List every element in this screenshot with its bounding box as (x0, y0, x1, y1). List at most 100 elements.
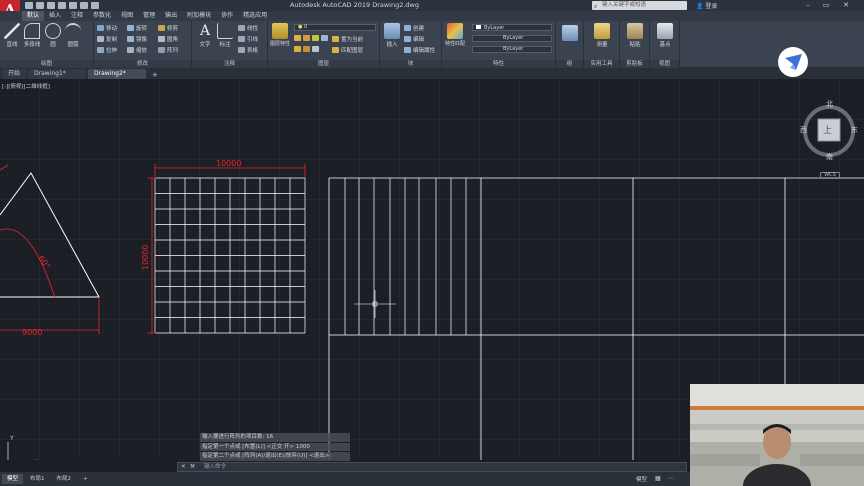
layout-tab-layout2[interactable]: 布局2 (52, 474, 77, 484)
tab-featured-apps[interactable]: 精选应用 (238, 11, 272, 21)
arc-button[interactable]: 圆弧 (64, 23, 82, 48)
tab-insert[interactable]: 插入 (44, 11, 66, 21)
print-icon[interactable] (69, 2, 77, 9)
tab-collaborate[interactable]: 协作 (216, 11, 238, 21)
line-button[interactable]: 直线 (2, 23, 22, 48)
snap-toggle-icon[interactable]: ⋯ (668, 475, 674, 482)
layout-tab-model[interactable]: 模型 (2, 474, 24, 484)
grid-toggle-icon[interactable]: ▦ (655, 475, 661, 482)
utilities-panel-title[interactable]: 实用工具 (584, 60, 619, 68)
table-button[interactable]: 表格 (238, 46, 258, 54)
viewport-controls[interactable]: [-][俯视][二维线框] (2, 82, 50, 90)
tab-manage[interactable]: 管理 (138, 11, 160, 21)
match-layer-button[interactable]: 匹配图层 (332, 46, 363, 54)
groups-panel-title[interactable]: 组 (556, 60, 583, 68)
layer-dropdown[interactable]: ● 0 (294, 24, 376, 31)
move-button[interactable]: 移动 (97, 24, 117, 32)
trim-button[interactable]: 修剪 (158, 24, 178, 32)
base-view-button[interactable]: 基点 (654, 23, 676, 48)
view-panel-title[interactable]: 视图 (650, 60, 679, 68)
layer-tool-icon[interactable] (294, 35, 301, 41)
text-button[interactable]: A 文字 (196, 23, 214, 48)
viewcube-west[interactable]: 西 (800, 125, 807, 135)
linear-button[interactable]: 线性 (238, 24, 258, 32)
model-space-button[interactable]: 模型 (636, 475, 647, 483)
lineweight-dropdown[interactable]: ByLayer (472, 46, 552, 53)
properties-panel-title[interactable]: 特性 (442, 60, 555, 68)
file-tab-drawing2[interactable]: Drawing2* (88, 69, 147, 79)
viewcube-south[interactable]: 南 (826, 152, 833, 162)
undo-icon[interactable] (80, 2, 88, 9)
match-properties-button[interactable]: 特性匹配 (445, 23, 465, 47)
linetype-dropdown[interactable]: ByLayer (472, 35, 552, 42)
add-layout-icon[interactable]: + (78, 474, 93, 484)
tab-annotate[interactable]: 注释 (66, 11, 88, 21)
sign-in-button[interactable]: 👤 登录 (696, 1, 717, 10)
tab-output[interactable]: 输出 (160, 11, 182, 21)
command-close-icon[interactable]: ✕ (181, 463, 186, 471)
tab-default[interactable]: 默认 (22, 11, 45, 21)
tab-view[interactable]: 视图 (116, 11, 138, 21)
circle-button[interactable]: 圆 (44, 23, 62, 48)
draw-panel-title[interactable]: 绘图 (0, 60, 93, 68)
copy-button[interactable]: 复制 (97, 35, 117, 43)
tab-addins[interactable]: 附加模块 (182, 11, 216, 21)
wcs-menu[interactable]: WCS (820, 172, 840, 179)
file-tab-start[interactable]: 开始 (2, 69, 27, 79)
dimension-button[interactable]: 标注 (216, 23, 234, 48)
new-tab-icon[interactable]: + (148, 71, 162, 79)
new-file-icon[interactable] (25, 2, 33, 9)
stretch-button[interactable]: 拉伸 (97, 46, 117, 54)
set-current-button[interactable]: 置为当前 (332, 35, 363, 43)
polyline-icon (24, 23, 40, 39)
mirror-button[interactable]: 镜像 (127, 35, 147, 43)
redo-icon[interactable] (91, 2, 99, 9)
layers-panel-title[interactable]: 图层 (268, 60, 379, 68)
viewcube-north[interactable]: 北 (826, 99, 833, 109)
color-dropdown[interactable]: ByLayer (472, 24, 552, 31)
edit-attributes-button[interactable]: 编辑属性 (404, 46, 435, 54)
viewcube-top-face[interactable]: 上 (823, 123, 832, 136)
layer-tool-icon[interactable] (321, 35, 328, 41)
fillet-button[interactable]: 圆角 (158, 35, 178, 43)
edit-block-button[interactable]: 编辑 (404, 35, 424, 43)
polyline-button[interactable]: 多段线 (22, 23, 42, 48)
maximize-icon[interactable]: ▭ (818, 0, 834, 11)
rotate-button[interactable]: 旋转 (127, 24, 147, 32)
layer-tool-icon[interactable] (303, 46, 310, 52)
paste-button[interactable]: 粘贴 (624, 23, 646, 48)
rotate-label: 旋转 (136, 26, 148, 32)
block-panel-title[interactable]: 块 (380, 60, 441, 68)
insert-block-button[interactable]: 插入 (383, 23, 401, 48)
viewcube-east[interactable]: 东 (851, 125, 858, 135)
command-customize-icon[interactable]: ⚒ (190, 463, 195, 471)
save-as-icon[interactable] (58, 2, 66, 9)
layer-properties-button[interactable]: 图层特性 (270, 23, 290, 47)
tab-parametric[interactable]: 参数化 (88, 11, 116, 21)
layer-tool-icon[interactable] (303, 35, 310, 41)
save-icon[interactable] (47, 2, 55, 9)
scale-button[interactable]: 缩放 (127, 46, 147, 54)
search-input[interactable]: ⌕ 键入关键字或短语 (592, 1, 687, 10)
minimize-icon[interactable]: – (800, 0, 816, 11)
layer-tool-icon[interactable] (294, 46, 301, 52)
command-input[interactable]: ✕ ⚒ 键入命令 (177, 462, 687, 472)
file-tab-drawing1[interactable]: Drawing1* (28, 69, 87, 79)
layer-tools-row-2 (294, 46, 321, 52)
layout-tab-layout1[interactable]: 布局1 (25, 474, 50, 484)
layer-tool-icon[interactable] (312, 46, 319, 52)
group-icon[interactable] (562, 25, 578, 41)
layer-tool-icon[interactable] (312, 35, 319, 41)
leader-label: 引线 (247, 37, 259, 43)
annotation-panel-title[interactable]: 注释 (192, 60, 267, 68)
open-file-icon[interactable] (36, 2, 44, 9)
create-block-button[interactable]: 创建 (404, 24, 424, 32)
measure-button[interactable]: 测量 (588, 23, 616, 48)
modify-panel-title[interactable]: 修改 (94, 60, 191, 68)
leader-button[interactable]: 引线 (238, 35, 258, 43)
clipboard-panel-title[interactable]: 剪贴板 (620, 60, 649, 68)
close-icon[interactable]: ✕ (838, 0, 854, 11)
viewcube[interactable]: 上 北 南 东 西 (795, 95, 863, 180)
array-button[interactable]: 阵列 (158, 46, 178, 54)
create-block-label: 创建 (413, 26, 425, 32)
